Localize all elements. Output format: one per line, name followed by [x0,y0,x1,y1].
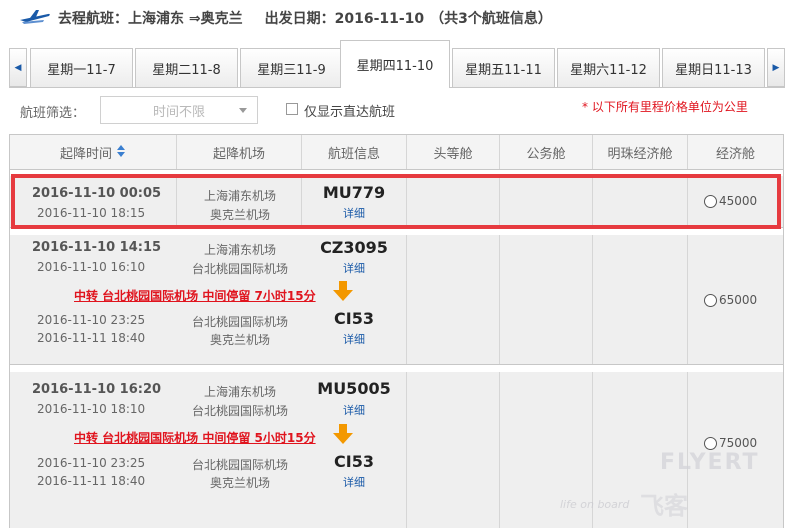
time-filter-value: 时间不限 [152,104,205,120]
watermark-tagline: life on board [560,498,630,511]
transfer-info[interactable]: 中转 台北桃园国际机场 中间停留 5小时15分 [74,429,316,446]
leg2-flight-number: CI53 [334,452,374,471]
highlight-box [11,174,781,229]
col-flight: 航班信息 [302,135,407,169]
col-airport: 起降机场 [177,135,302,169]
mileage-unit-note: * 以下所有里程价格单位为公里 [582,100,748,114]
departure-date: 2016-11-10 [334,11,425,27]
date-tabs: ◀ 星期一11-7 星期二11-8 星期三11-9 星期四11-10 星期五11… [9,40,785,88]
flight-count: （共3个航班信息） [430,11,552,27]
leg2-flight-number: CI53 [334,309,374,328]
col-premium-economy: 明珠经济舱 [593,135,688,169]
page-header: 去程航班：上海浦东 ⇒奥克兰 出发日期：2016-11-10 （共3个航班信息） [0,0,800,34]
date-label: 出发日期： [264,11,335,27]
leg2-arrival-airport: 奥克兰机场 [209,476,270,490]
outbound-label: 去程航班： [58,11,128,27]
departure-time: 2016-11-10 14:15 [32,240,162,255]
col-economy: 经济舱 [715,146,755,162]
leg2-departure-time: 2016-11-10 23:25 [37,456,146,470]
tab-mon[interactable]: 星期一11-7 [30,48,133,87]
tab-sun[interactable]: 星期日11-13 [662,48,765,87]
watermark-brand: FLYERT [660,450,760,475]
col-business: 公务舱 [500,135,593,169]
table-row[interactable]: 2016-11-10 14:15 2016-11-10 16:10 上海浦东机场… [10,235,783,365]
sort-icon[interactable] [116,145,126,157]
direct-only-checkbox[interactable] [286,103,298,115]
col-first: 头等舱 [407,135,500,169]
watermark-cn: 飞客 [640,492,688,520]
tab-wed[interactable]: 星期三11-9 [240,48,343,87]
prev-week-button[interactable]: ◀ [9,48,27,87]
leg2-arrival-time: 2016-11-11 18:40 [37,474,146,488]
economy-price-value: 75000 [719,436,758,450]
flight-detail-link[interactable]: 详细 [302,402,406,418]
leg2-detail-link[interactable]: 详细 [302,331,406,347]
economy-price-value: 65000 [719,293,758,307]
tab-sat[interactable]: 星期六11-12 [557,48,660,87]
route-text: 上海浦东 ⇒奥克兰 [128,11,243,27]
flight-detail-link[interactable]: 详细 [302,260,406,276]
arrival-airport: 台北桃园国际机场 [191,404,288,418]
arrow-down-icon [333,424,353,444]
departure-airport: 上海浦东机场 [203,243,276,257]
filter-bar: 航班筛选： 时间不限 仅显示直达航班 * 以下所有里程价格单位为公里 [20,96,790,126]
filter-label: 航班筛选： [20,106,86,121]
col-time[interactable]: 起降时间 [10,135,177,169]
tab-tue[interactable]: 星期二11-8 [135,48,238,87]
next-week-button[interactable]: ▶ [767,48,785,87]
flight-number: CZ3095 [320,238,388,257]
leg2-departure-airport: 台北桃园国际机场 [191,458,288,472]
flight-number: MU5005 [317,379,391,398]
leg2-departure-airport: 台北桃园国际机场 [191,315,288,329]
arrow-down-icon [333,281,353,301]
flight-summary: 去程航班：上海浦东 ⇒奥克兰 出发日期：2016-11-10 （共3个航班信息） [58,8,552,28]
chevron-down-icon [239,108,247,113]
economy-price[interactable]: 75000 [704,436,757,450]
leg2-detail-link[interactable]: 详细 [302,474,406,490]
arrival-airport: 台北桃园国际机场 [191,262,288,276]
direct-only-label[interactable]: 仅显示直达航班 [304,101,395,120]
leg2-arrival-time: 2016-11-11 18:40 [37,331,146,345]
table-header: 起降时间 起降机场 航班信息 头等舱 公务舱 明珠经济舱 经济舱 [10,134,783,170]
economy-radio[interactable] [704,293,717,307]
economy-price[interactable]: 65000 [704,293,757,307]
arrival-time: 2016-11-10 16:10 [37,260,146,274]
leg2-departure-time: 2016-11-10 23:25 [37,313,146,327]
economy-radio[interactable] [704,436,717,450]
time-filter-select[interactable]: 时间不限 [100,96,258,124]
transfer-info[interactable]: 中转 台北桃园国际机场 中间停留 7小时15分 [74,287,316,304]
tab-thu[interactable]: 星期四11-10 [340,40,450,88]
plane-icon [20,10,50,24]
tab-fri[interactable]: 星期五11-11 [452,48,555,87]
arrival-time: 2016-11-10 18:10 [37,402,146,416]
leg2-arrival-airport: 奥克兰机场 [209,333,270,347]
departure-time: 2016-11-10 16:20 [32,382,162,397]
departure-airport: 上海浦东机场 [203,385,276,399]
